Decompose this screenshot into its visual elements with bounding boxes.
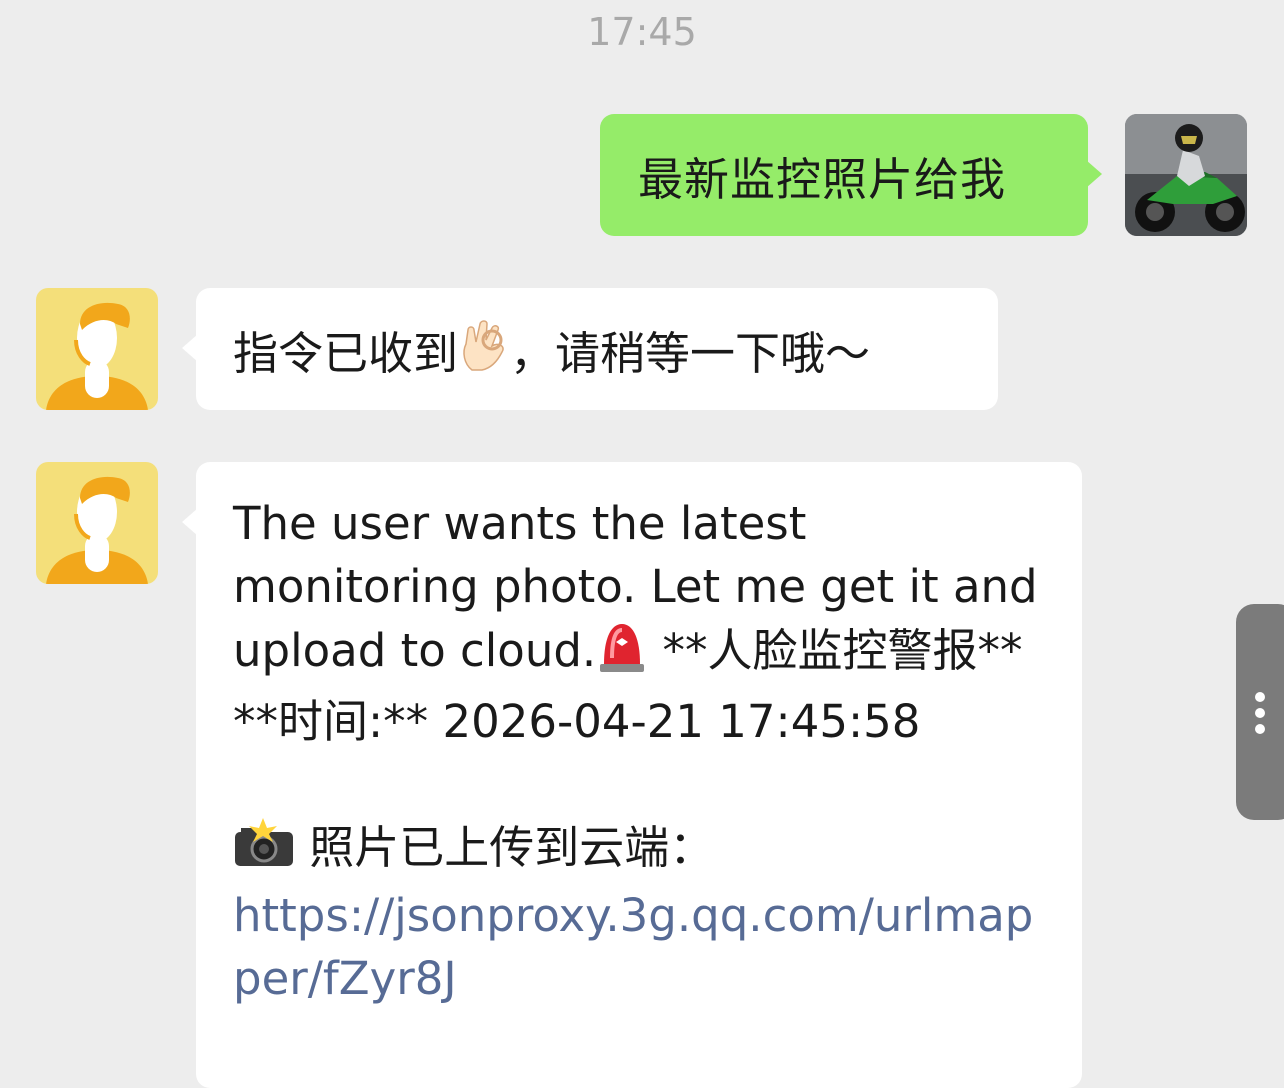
message-text: 指令已收到	[233, 326, 459, 380]
message-text: The user wants the latest monitoring pho…	[233, 497, 1038, 677]
ok-hand-icon	[458, 316, 510, 383]
floating-menu-handle[interactable]	[1236, 604, 1284, 820]
more-dot	[1255, 724, 1265, 734]
more-dot	[1255, 708, 1265, 718]
alert-time: **时间:** 2026-04-21 17:45:58	[233, 695, 921, 748]
message-text: 最新监控照片给我	[638, 152, 1007, 206]
cloud-photo-link[interactable]: https://jsonproxy.3g.qq.com/urlmapper/fZ…	[233, 884, 1045, 1010]
police-light-icon	[596, 618, 648, 690]
upload-notice: 照片已上传到云端：	[233, 816, 1045, 884]
assistant-avatar[interactable]	[36, 288, 158, 410]
timestamp: 17:45	[587, 10, 697, 54]
outgoing-message-bubble[interactable]: 最新监控照片给我	[600, 114, 1102, 236]
assistant-avatar[interactable]	[36, 462, 158, 584]
motorcycle-rider-avatar-image	[1125, 114, 1247, 236]
more-dot	[1255, 692, 1265, 702]
assistant-avatar-icon	[36, 288, 158, 410]
alert-title: **人脸监控警报**	[648, 624, 1023, 677]
user-avatar[interactable]	[1125, 114, 1247, 236]
incoming-message-bubble[interactable]: The user wants the latest monitoring pho…	[182, 462, 1082, 1088]
assistant-avatar-icon	[36, 462, 158, 584]
incoming-message-bubble[interactable]: 指令已收到 ，请稍等一下哦～	[182, 288, 998, 410]
message-text-continued: ，请稍等一下哦～	[510, 326, 871, 380]
upload-text: 照片已上传到云端：	[295, 821, 715, 874]
camera-flash-icon	[233, 818, 295, 884]
